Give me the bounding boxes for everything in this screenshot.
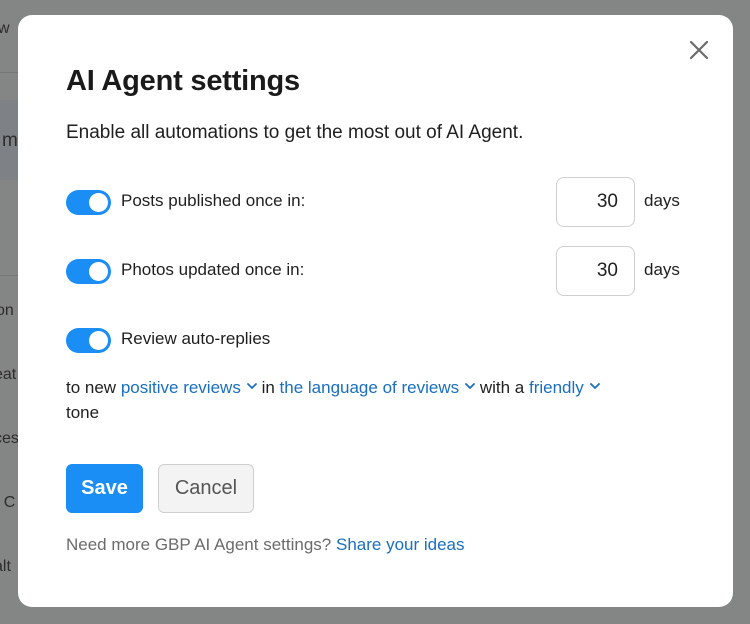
toggle-knob: [89, 262, 108, 281]
sentence-text: in: [261, 378, 275, 397]
photos-label: Photos updated once in:: [121, 260, 305, 279]
posts-days-unit: days: [644, 191, 680, 210]
toggle-knob: [89, 193, 108, 212]
posts-setting-row: Posts published once in: days: [66, 177, 686, 227]
dialog-title: AI Agent settings: [66, 65, 300, 97]
photos-days-input[interactable]: [556, 246, 635, 296]
review-replies-toggle[interactable]: [66, 328, 111, 353]
review-replies-label: Review auto-replies: [121, 329, 271, 348]
tone-value: friendly: [528, 378, 584, 397]
footer-note: Need more GBP AI Agent settings? Share y…: [66, 535, 465, 555]
sentence-text: tone: [66, 403, 100, 422]
review-type-value: positive reviews: [120, 378, 241, 397]
photos-toggle[interactable]: [66, 259, 111, 284]
sentence-text: with a: [479, 378, 525, 397]
chevron-down-icon: [246, 383, 257, 389]
close-icon: [689, 40, 709, 60]
chevron-down-icon: [589, 383, 600, 389]
posts-days-input[interactable]: [556, 177, 635, 227]
sentence-text: to new: [66, 378, 117, 397]
reply-config-sentence: to new positive reviews in the language …: [66, 375, 666, 425]
review-type-dropdown[interactable]: positive reviews: [121, 378, 257, 397]
review-replies-row: Review auto-replies: [66, 315, 686, 365]
posts-label: Posts published once in:: [121, 191, 306, 210]
photos-setting-row: Photos updated once in: days: [66, 246, 686, 296]
cancel-button[interactable]: Cancel: [158, 464, 254, 513]
toggle-knob: [89, 331, 108, 350]
ai-agent-settings-dialog: AI Agent settings Enable all automations…: [18, 15, 733, 607]
footer-text: Need more GBP AI Agent settings?: [66, 535, 332, 554]
chevron-down-icon: [465, 383, 475, 389]
language-dropdown[interactable]: the language of reviews: [280, 378, 476, 397]
language-value: the language of reviews: [279, 378, 460, 397]
photos-days-unit: days: [644, 260, 680, 279]
dialog-subtitle: Enable all automations to get the most o…: [66, 122, 524, 143]
posts-toggle[interactable]: [66, 190, 111, 215]
tone-dropdown[interactable]: friendly: [529, 378, 600, 397]
save-button[interactable]: Save: [66, 464, 143, 513]
share-ideas-link[interactable]: Share your ideas: [336, 535, 465, 554]
close-button[interactable]: [686, 37, 712, 63]
